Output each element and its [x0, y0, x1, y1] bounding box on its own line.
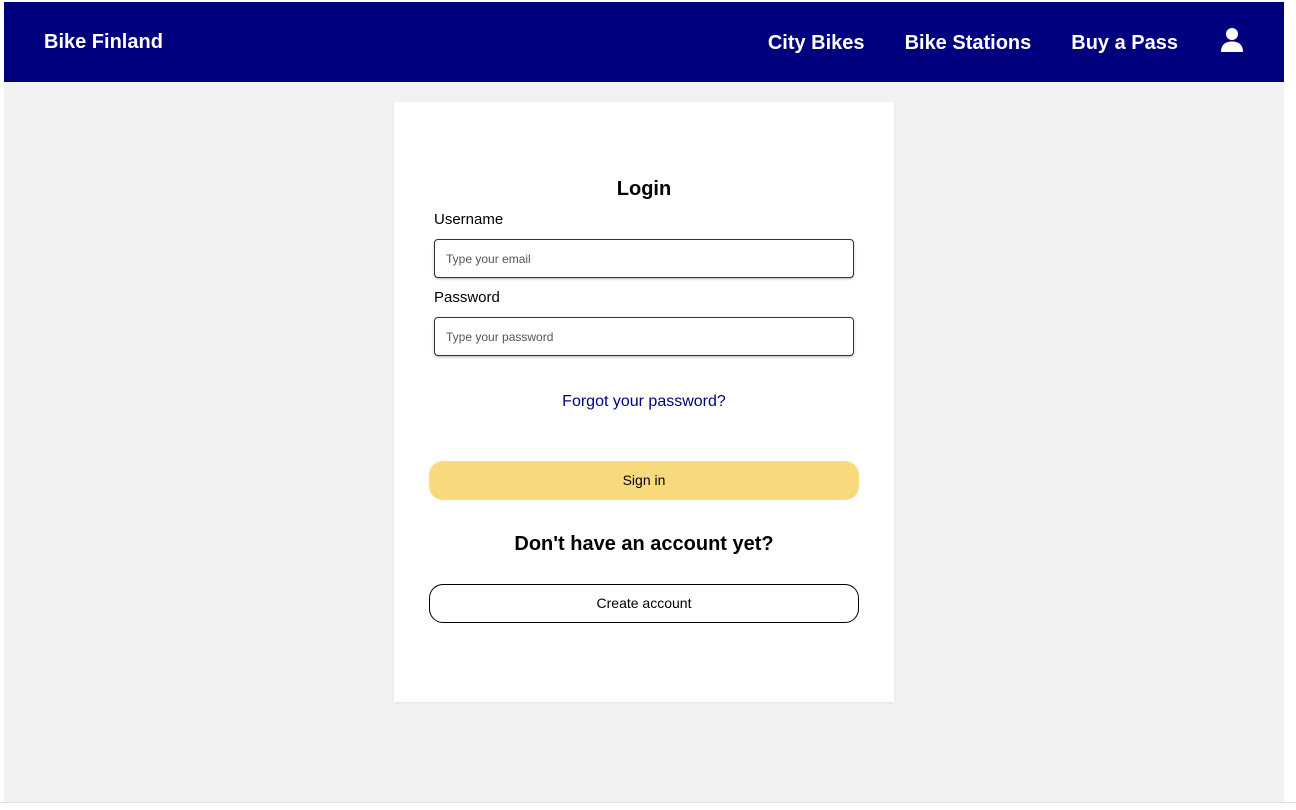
password-input[interactable] [434, 317, 854, 356]
sign-in-button[interactable]: Sign in [429, 461, 859, 500]
username-label: Username [434, 211, 504, 228]
login-title: Login [616, 178, 672, 200]
nav-buy-a-pass[interactable]: Buy a Pass [1071, 31, 1178, 55]
no-account-heading: Don't have an account yet? [514, 533, 774, 555]
user-icon[interactable] [1220, 27, 1244, 53]
main-nav: City Bikes Bike Stations Buy a Pass [768, 31, 1178, 55]
nav-city-bikes[interactable]: City Bikes [768, 31, 865, 55]
top-navbar: Bike Finland City Bikes Bike Stations Bu… [4, 2, 1284, 82]
login-card: Login Username Password Forgot your pass… [394, 102, 894, 702]
password-label: Password [434, 289, 500, 306]
username-input[interactable] [434, 239, 854, 278]
create-account-button[interactable]: Create account [429, 584, 859, 623]
nav-bike-stations[interactable]: Bike Stations [905, 31, 1032, 55]
brand-logo-text[interactable]: Bike Finland [44, 30, 163, 54]
page-viewport: Bike Finland City Bikes Bike Stations Bu… [4, 2, 1284, 802]
bottom-divider [0, 802, 1296, 803]
forgot-password-link[interactable]: Forgot your password? [394, 392, 894, 412]
